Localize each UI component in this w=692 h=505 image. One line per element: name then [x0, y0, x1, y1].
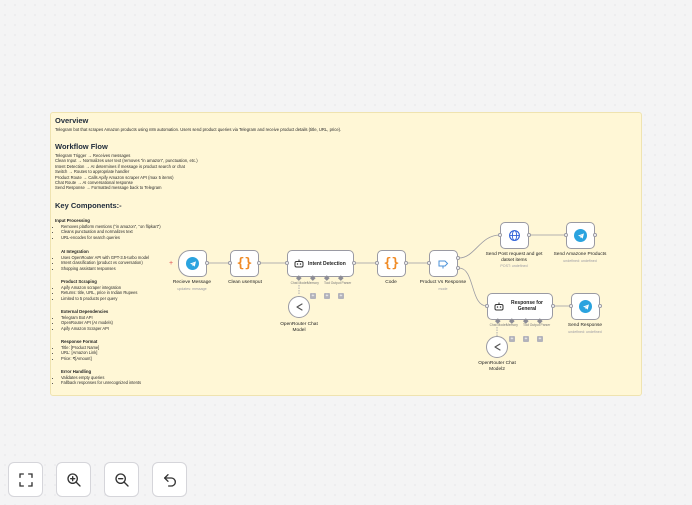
output-port[interactable]: [404, 261, 408, 265]
wire: [458, 267, 488, 307]
port-label: Output Parser: [529, 323, 551, 327]
node-response-general[interactable]: Response for General: [487, 293, 553, 320]
add-parser-icon[interactable]: +: [338, 293, 344, 299]
node-title: Response for General: [511, 299, 543, 312]
undo-button[interactable]: [152, 462, 187, 497]
port-label: Tool: [323, 281, 331, 285]
node-subtitle: updates: message: [177, 287, 207, 291]
port-label: Chat Model: [489, 323, 507, 327]
output-port[interactable]: [456, 256, 460, 260]
input-port[interactable]: [375, 261, 379, 265]
output-port[interactable]: [257, 261, 261, 265]
output-port[interactable]: [598, 304, 602, 308]
output-port[interactable]: [205, 261, 209, 265]
node-label: Product Vs Response: [419, 280, 467, 285]
zoom-out-button[interactable]: [104, 462, 139, 497]
output-port[interactable]: [527, 233, 531, 237]
node-title: Intent Detection: [308, 260, 346, 267]
input-port[interactable]: [569, 304, 573, 308]
fit-view-button[interactable]: [8, 462, 43, 497]
code-braces-icon: {}: [236, 256, 253, 271]
port-label: Memory: [506, 323, 518, 327]
node-label: Recieve Message: [172, 280, 212, 285]
openrouter-icon: [494, 343, 501, 351]
input-port[interactable]: [564, 233, 568, 237]
node-subtitle: undefined: undefined: [568, 330, 602, 334]
input-port[interactable]: [485, 304, 489, 308]
node-label: OpenRouter Chat Model: [280, 322, 318, 333]
undo-icon: [163, 473, 176, 487]
port-label: Tool: [522, 323, 530, 327]
node-clean-input[interactable]: {}: [230, 250, 259, 277]
input-port[interactable]: [228, 261, 232, 265]
ai-agent-icon: [294, 259, 304, 268]
port-label: Chat Model: [290, 281, 308, 285]
node-subtitle: mode: [438, 287, 448, 291]
openrouter-icon: [296, 303, 303, 311]
node-send-amazon-products[interactable]: [566, 222, 595, 249]
add-tool-icon[interactable]: +: [324, 293, 330, 299]
node-label: Code: [385, 280, 397, 285]
node-subtitle: undefined: undefined: [563, 259, 597, 263]
zoom-out-icon: [114, 472, 129, 487]
telegram-icon: [186, 257, 199, 270]
node-subtitle: POST: undefined: [500, 264, 528, 268]
node-label: Send Amazone Products: [553, 252, 607, 257]
node-label: OpenRouter Chat Model2: [478, 361, 516, 372]
output-port[interactable]: [456, 266, 460, 270]
port-label: Output Parser: [330, 281, 352, 285]
node-openrouter-chat-model-2[interactable]: [486, 336, 508, 358]
input-port[interactable]: [285, 261, 289, 265]
code-braces-icon: {}: [383, 256, 400, 271]
add-memory-icon[interactable]: +: [310, 293, 316, 299]
ai-agent-icon: [494, 302, 504, 311]
trigger-add-icon[interactable]: +: [169, 260, 173, 267]
input-port[interactable]: [427, 261, 431, 265]
output-port[interactable]: [551, 304, 555, 308]
node-code[interactable]: {}: [377, 250, 406, 277]
switch-icon: [438, 260, 448, 268]
globe-icon: [509, 230, 520, 241]
add-memory-icon[interactable]: +: [509, 336, 515, 342]
add-parser-icon[interactable]: +: [537, 336, 543, 342]
telegram-icon: [579, 300, 592, 313]
node-label: Send Post request and get datset items: [485, 252, 543, 263]
zoom-in-button[interactable]: [56, 462, 91, 497]
add-tool-icon[interactable]: +: [523, 336, 529, 342]
node-intent-detection[interactable]: Intent Detection: [287, 250, 354, 277]
node-label: Send Response: [567, 323, 603, 328]
node-product-vs-response[interactable]: [429, 250, 458, 277]
port-label: Memory: [307, 281, 319, 285]
output-port[interactable]: [593, 233, 597, 237]
node-http-request[interactable]: [500, 222, 529, 249]
node-openrouter-chat-model[interactable]: [288, 296, 310, 318]
zoom-in-icon: [66, 472, 81, 487]
input-port[interactable]: [498, 233, 502, 237]
fit-view-icon: [18, 472, 33, 487]
node-label: Clean userInput: [228, 280, 262, 285]
output-port[interactable]: [352, 261, 356, 265]
node-receive-message[interactable]: [178, 250, 207, 277]
telegram-icon: [574, 229, 587, 242]
node-send-response[interactable]: [571, 293, 600, 320]
